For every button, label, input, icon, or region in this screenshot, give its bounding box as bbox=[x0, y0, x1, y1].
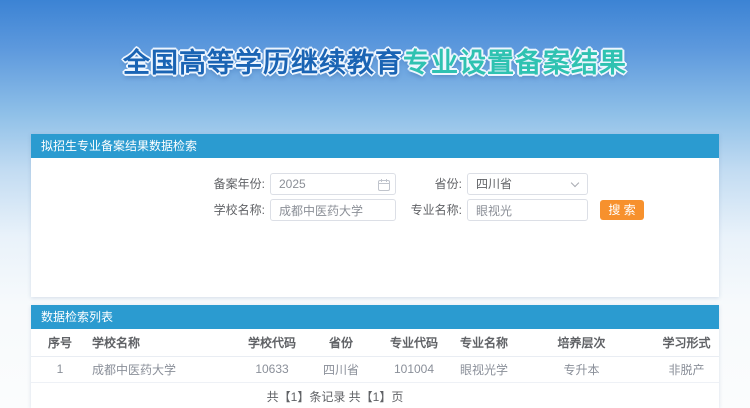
col-header-school-name: 学校名称 bbox=[89, 329, 231, 356]
search-panel: 拟招生专业备案结果数据检索 备案年份: 省份: 四川省 bbox=[31, 134, 719, 297]
col-header-school-code: 学校代码 bbox=[231, 329, 313, 356]
cell-school-code: 10633 bbox=[231, 356, 313, 382]
page-title: 全国高等学历继续教育专业设置备案结果 bbox=[0, 41, 750, 80]
cell-school-name: 成都中医药大学 bbox=[89, 356, 231, 382]
pagination-summary: 共【1】条记录 共【1】页 bbox=[0, 388, 679, 405]
major-name-label: 专业名称: bbox=[331, 199, 462, 221]
page-title-primary: 全国高等学历继续教育 bbox=[123, 48, 403, 78]
cell-major-name: 眼视光学 bbox=[459, 356, 509, 382]
col-header-index: 序号 bbox=[31, 329, 89, 356]
cell-level: 专升本 bbox=[509, 356, 654, 382]
major-name-input[interactable] bbox=[467, 199, 588, 221]
cell-index: 1 bbox=[31, 356, 89, 382]
form-row-1: 备案年份: 省份: 四川省 bbox=[31, 173, 719, 195]
col-header-major-name: 专业名称 bbox=[459, 329, 509, 356]
cell-study-form: 非脱产 bbox=[654, 356, 719, 382]
result-panel-header: 数据检索列表 bbox=[31, 305, 719, 329]
col-header-study-form: 学习形式 bbox=[654, 329, 719, 356]
col-header-level: 培养层次 bbox=[509, 329, 654, 356]
form-row-2: 学校名称: 专业名称: 搜 索 bbox=[31, 199, 719, 221]
result-panel: 数据检索列表 序号 学校名称 学校代码 省份 专业代码 专业名称 培养层次 学习… bbox=[31, 305, 719, 408]
cell-major-code: 101004 bbox=[369, 356, 459, 382]
result-table-area: 序号 学校名称 学校代码 省份 专业代码 专业名称 培养层次 学习形式 1 成都… bbox=[31, 329, 719, 405]
province-label: 省份: bbox=[331, 173, 462, 195]
table-header-row: 序号 学校名称 学校代码 省份 专业代码 专业名称 培养层次 学习形式 bbox=[31, 329, 719, 356]
result-table: 序号 学校名称 学校代码 省份 专业代码 专业名称 培养层次 学习形式 1 成都… bbox=[31, 329, 719, 383]
chevron-down-icon bbox=[571, 179, 579, 187]
school-name-label: 学校名称: bbox=[31, 199, 265, 221]
table-row: 1 成都中医药大学 10633 四川省 101004 眼视光学 专升本 非脱产 bbox=[31, 356, 719, 382]
year-label: 备案年份: bbox=[31, 173, 265, 195]
page-title-accent: 专业设置备案结果 bbox=[403, 48, 627, 78]
search-button[interactable]: 搜 索 bbox=[600, 200, 644, 220]
cell-province: 四川省 bbox=[313, 356, 369, 382]
search-panel-header: 拟招生专业备案结果数据检索 bbox=[31, 134, 719, 158]
province-select-value: 四川省 bbox=[476, 177, 512, 191]
province-select[interactable]: 四川省 bbox=[467, 173, 588, 195]
col-header-major-code: 专业代码 bbox=[369, 329, 459, 356]
col-header-province: 省份 bbox=[313, 329, 369, 356]
page: { "page": { "title_part1": "全国高等学历继续教育",… bbox=[0, 0, 750, 408]
major-field-wrap bbox=[467, 199, 588, 221]
